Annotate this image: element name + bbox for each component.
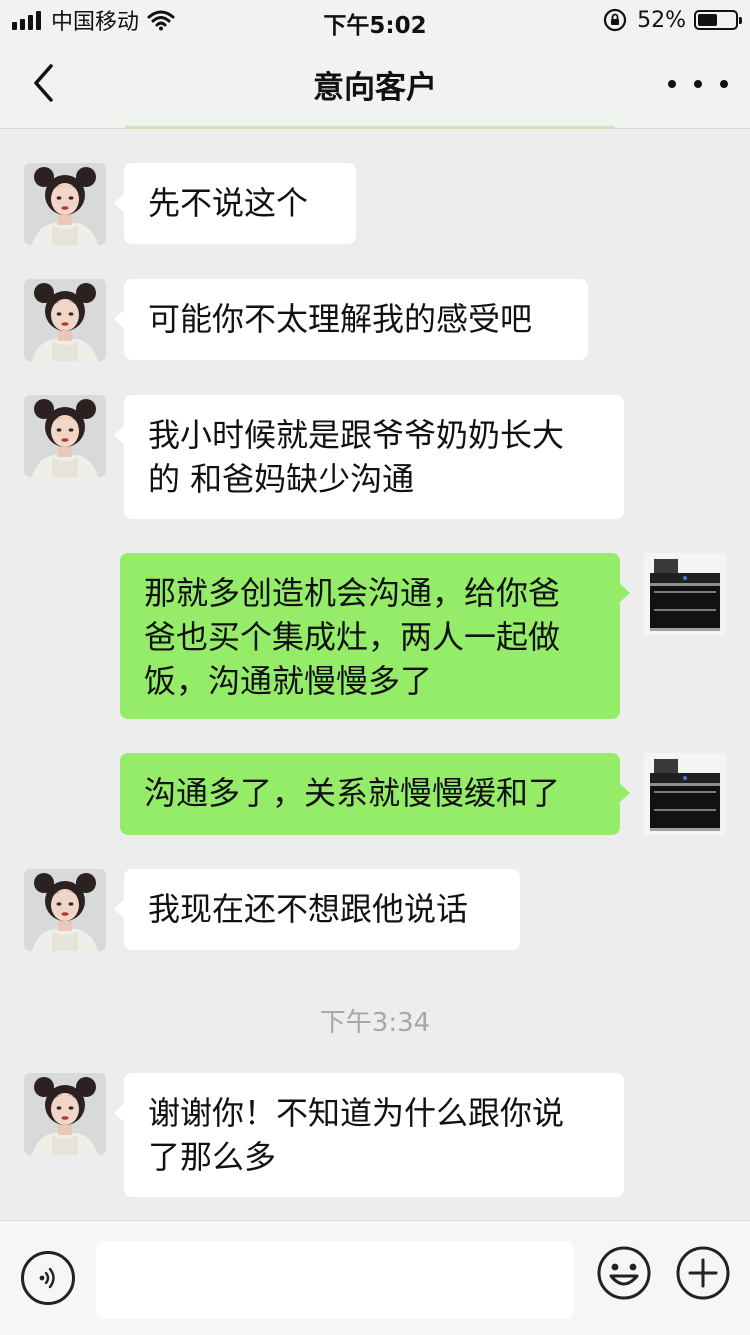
message-text-line: 那就多创造机会沟通，给你爸: [144, 574, 561, 612]
message-bubble-incoming[interactable]: 我现在还不想跟他说话: [114, 869, 520, 950]
battery-percent: 52%: [637, 7, 686, 33]
battery-tip: [739, 17, 742, 24]
message-input[interactable]: [96, 1241, 574, 1319]
message-bubble-outgoing[interactable]: 沟通多了，关系就慢慢缓和了: [120, 753, 630, 835]
message-text: 先不说这个: [148, 184, 309, 222]
message-bubble-incoming[interactable]: 可能你不太理解我的感受吧: [114, 279, 588, 360]
my-avatar[interactable]: [644, 753, 726, 835]
message-bubble-incoming[interactable]: 先不说这个: [114, 163, 356, 244]
message-bubble-outgoing[interactable]: 那就多创造机会沟通，给你爸 爸也买个集成灶，两人一起做 饭，沟通就慢慢多了: [120, 553, 630, 719]
ellipsis-icon-dot: [720, 80, 728, 88]
more-options-button[interactable]: [668, 62, 728, 106]
plus-icon: [676, 1246, 730, 1300]
contact-avatar[interactable]: [24, 395, 106, 477]
battery-fill: [698, 14, 717, 26]
message-text-line: 了那么多: [148, 1138, 277, 1176]
nav-bar: 意向客户: [0, 40, 750, 129]
message-bubble-incoming[interactable]: 谢谢你！不知道为什么跟你说 了那么多: [114, 1073, 624, 1197]
chat-area[interactable]: 先不说这个 可能你不太理解我的感受吧 我小时候就是跟爷爷奶奶长大 的 和爸妈缺少…: [0, 129, 750, 1220]
battery-icon: [694, 10, 742, 30]
status-bar: 中国移动 下午5:02 52%: [0, 0, 750, 40]
message-text-line: 爸也买个集成灶，两人一起做: [144, 618, 561, 656]
voice-icon: [39, 1267, 55, 1289]
message-text-line: 的 和爸妈缺少沟通: [148, 460, 415, 498]
contact-avatar[interactable]: [24, 1073, 106, 1155]
my-avatar[interactable]: [644, 553, 726, 635]
message-text-line: 饭，沟通就慢慢多了: [144, 662, 433, 700]
plus-button[interactable]: [675, 1245, 731, 1301]
message-text-line: 谢谢你！不知道为什么跟你说: [148, 1094, 565, 1132]
chat-title: 意向客户: [313, 70, 437, 106]
message-bubble-incoming[interactable]: 我小时候就是跟爷爷奶奶长大 的 和爸妈缺少沟通: [114, 395, 624, 519]
timestamp: 下午3:34: [319, 1008, 431, 1038]
message-text: 沟通多了，关系就慢慢缓和了: [144, 774, 561, 812]
emoji-button[interactable]: [596, 1245, 652, 1301]
contact-avatar[interactable]: [24, 869, 106, 951]
message-text: 我现在还不想跟他说话: [148, 890, 469, 928]
message-text-line: 我小时候就是跟爷爷奶奶长大: [148, 416, 565, 454]
ellipsis-icon-dot: [694, 80, 702, 88]
contact-avatar[interactable]: [24, 279, 106, 361]
ellipsis-icon-dot: [668, 80, 676, 88]
contact-avatar[interactable]: [24, 163, 106, 245]
rotation-lock-icon: [603, 8, 627, 32]
message-text: 可能你不太理解我的感受吧: [148, 300, 533, 338]
voice-button[interactable]: [21, 1251, 75, 1305]
emoji-icon: [597, 1246, 651, 1300]
status-right: 52%: [603, 6, 742, 34]
input-bar: [0, 1220, 750, 1335]
